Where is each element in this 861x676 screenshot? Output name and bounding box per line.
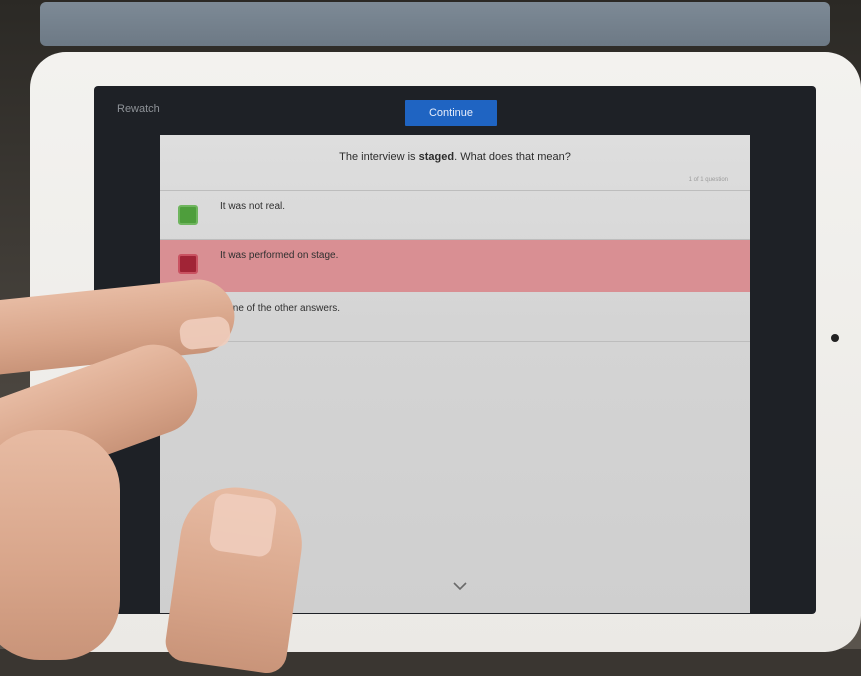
answer-option-3[interactable]: None of the other answers. [160, 293, 750, 343]
fingernail [178, 315, 232, 351]
correct-checkbox-icon[interactable] [178, 205, 198, 225]
continue-button[interactable]: Continue [405, 100, 497, 126]
rewatch-button[interactable]: Rewatch [117, 103, 160, 115]
incorrect-checkbox-icon[interactable] [178, 254, 198, 274]
answer-option-2[interactable]: It was performed on stage. [160, 240, 750, 292]
answer-label: None of the other answers. [220, 303, 341, 314]
answer-option-1[interactable]: It was not real. [160, 191, 750, 241]
divider [160, 341, 750, 342]
answer-label: It was performed on stage. [220, 250, 339, 261]
question-progress: 1 of 1 question [688, 177, 728, 183]
question-text: The interview is staged. What does that … [160, 151, 750, 163]
chevron-down-icon[interactable] [453, 582, 467, 591]
question-prefix: The interview is [339, 151, 419, 163]
answer-label: It was not real. [220, 201, 286, 212]
question-suffix: . What does that mean? [454, 151, 571, 163]
camera-dot [831, 334, 839, 342]
question-emphasis: staged [418, 151, 455, 163]
hand-palm [0, 430, 120, 660]
thumbnail [208, 491, 278, 559]
device-cover [40, 2, 830, 46]
